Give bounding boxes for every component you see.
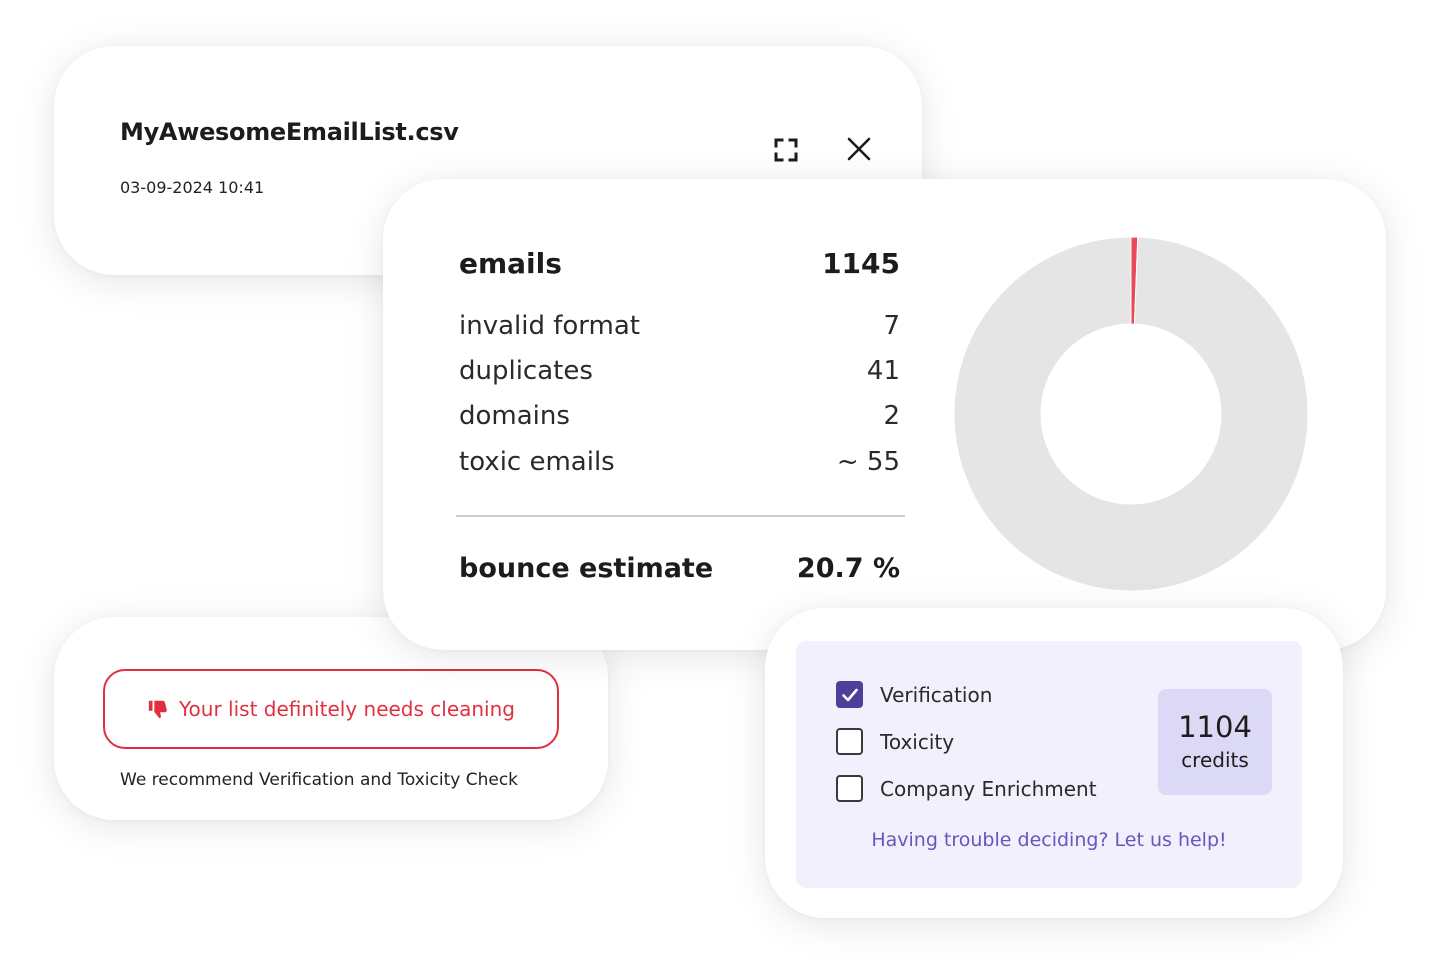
emails-row: emails 1145 xyxy=(459,247,900,280)
options-card: Verification Toxicity Company Enrichment… xyxy=(765,608,1343,918)
help-link[interactable]: Having trouble deciding? Let us help! xyxy=(796,829,1302,851)
warning-text: Your list definitely needs cleaning xyxy=(179,697,515,721)
stat-value: 2 xyxy=(883,401,900,431)
stat-row-duplicates: duplicates 41 xyxy=(459,356,900,386)
close-button[interactable] xyxy=(842,132,876,166)
bounce-label: bounce estimate xyxy=(459,553,714,584)
stat-value: 7 xyxy=(883,311,900,341)
option-label: Toxicity xyxy=(880,729,955,754)
checkmark-icon xyxy=(841,688,858,701)
bounce-value: 20.7 % xyxy=(796,553,900,584)
stat-value: 41 xyxy=(866,356,900,386)
option-toxicity[interactable]: Toxicity xyxy=(836,728,954,755)
emails-label: emails xyxy=(459,247,562,280)
option-company-enrichment[interactable]: Company Enrichment xyxy=(836,775,1097,802)
toxicity-checkbox[interactable] xyxy=(836,728,863,755)
bounce-row: bounce estimate 20.7 % xyxy=(459,553,900,584)
option-label: Verification xyxy=(880,682,993,707)
stat-value: ~ 55 xyxy=(836,447,900,477)
close-icon xyxy=(847,137,871,161)
donut-chart xyxy=(951,234,1311,594)
credits-label: credits xyxy=(1181,747,1249,772)
credits-badge: 1104 credits xyxy=(1158,689,1272,795)
thumbs-down-icon xyxy=(148,700,167,719)
stat-label: duplicates xyxy=(459,356,593,386)
company-enrichment-checkbox[interactable] xyxy=(836,775,863,802)
stat-label: domains xyxy=(459,401,570,431)
donut-segment-1 xyxy=(953,236,1309,592)
stats-card: emails 1145 invalid format 7 duplicates … xyxy=(383,179,1386,650)
warning-banner: Your list definitely needs cleaning xyxy=(103,669,559,749)
expand-button[interactable] xyxy=(770,134,802,166)
stat-label: invalid format xyxy=(459,311,640,341)
stat-row-invalid-format: invalid format 7 xyxy=(459,311,900,341)
file-datetime: 03-09-2024 10:41 xyxy=(120,178,265,197)
stat-row-domains: domains 2 xyxy=(459,401,900,431)
stat-row-toxic-emails: toxic emails ~ 55 xyxy=(459,447,900,477)
credits-value: 1104 xyxy=(1178,710,1252,745)
stats-divider xyxy=(456,515,905,517)
option-label: Company Enrichment xyxy=(880,776,1097,801)
expand-icon xyxy=(774,138,798,162)
stat-label: toxic emails xyxy=(459,447,615,477)
options-panel: Verification Toxicity Company Enrichment… xyxy=(796,641,1302,888)
recommendation-text: We recommend Verification and Toxicity C… xyxy=(120,770,519,790)
option-verification[interactable]: Verification xyxy=(836,681,992,708)
emails-value: 1145 xyxy=(822,247,900,280)
verification-checkbox[interactable] xyxy=(836,681,863,708)
file-name: MyAwesomeEmailList.csv xyxy=(120,118,459,146)
